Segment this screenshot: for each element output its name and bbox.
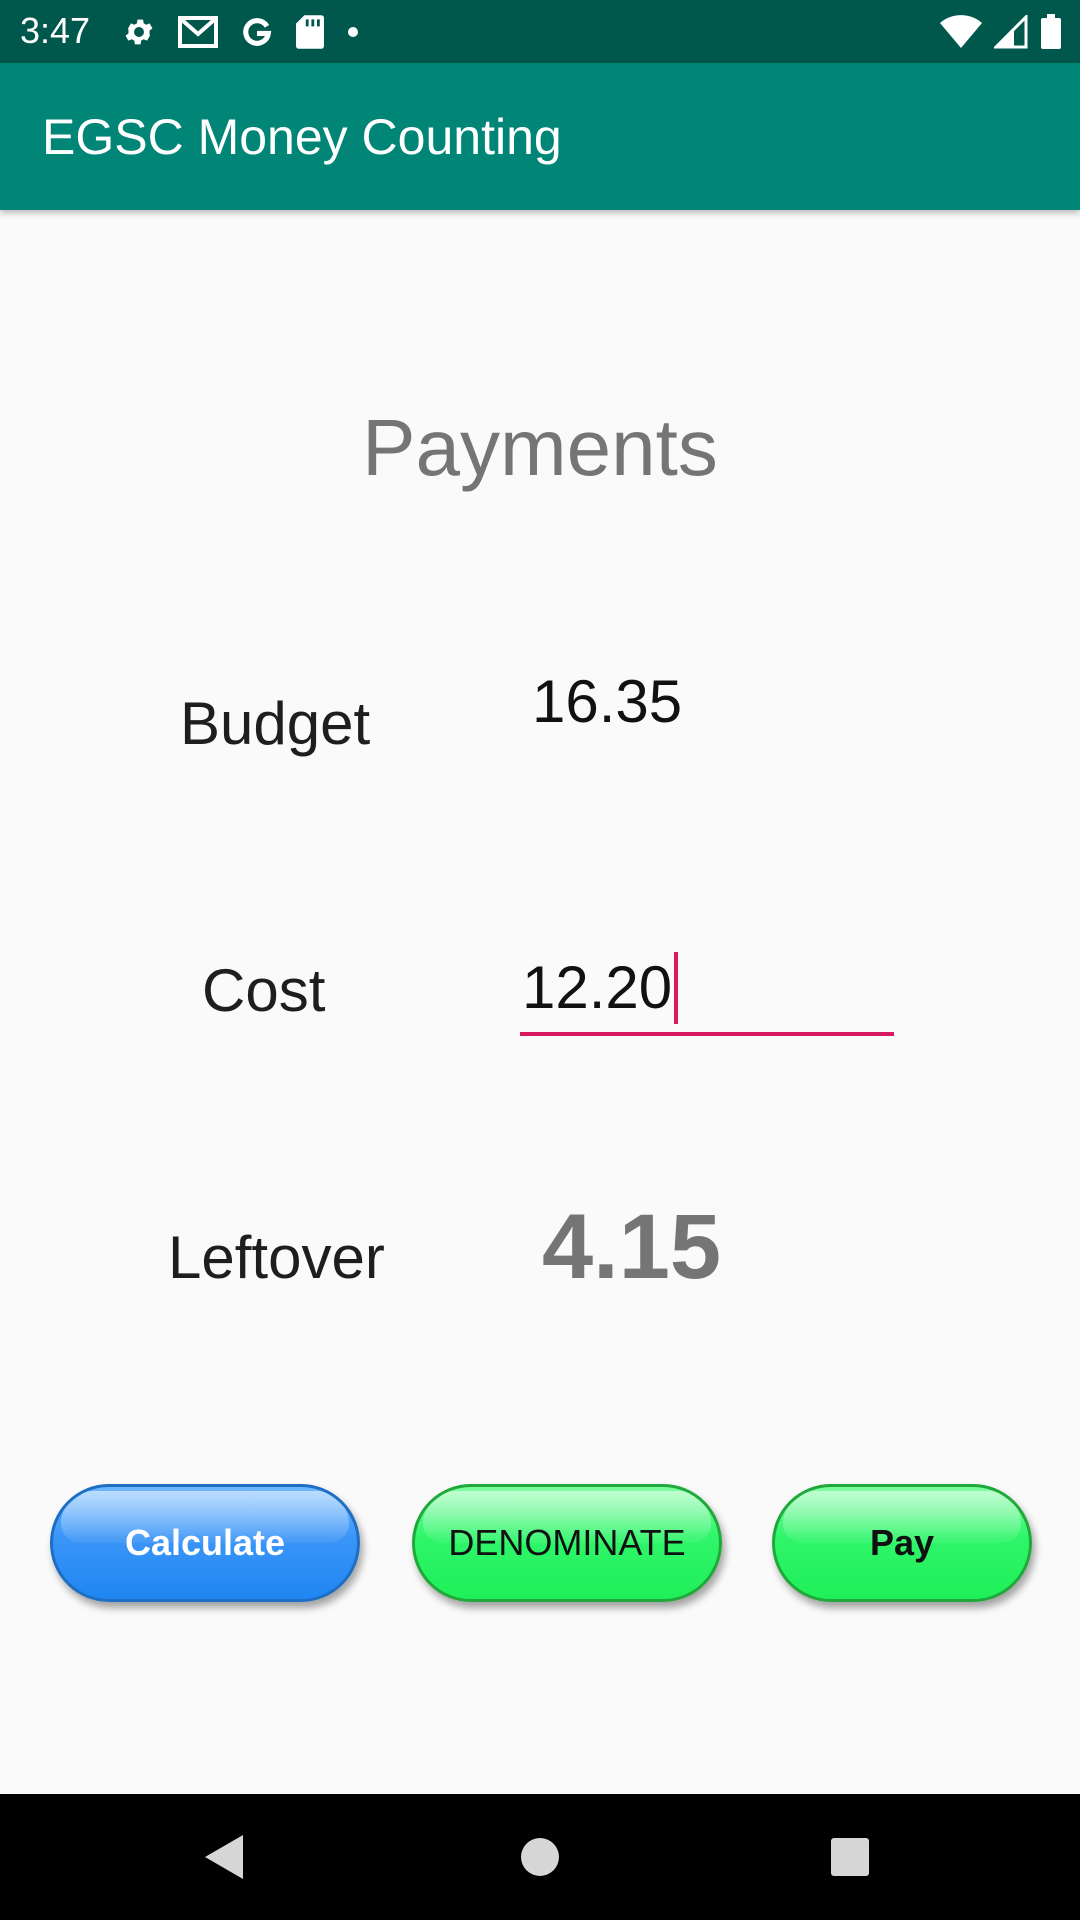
google-icon [240,15,274,49]
leftover-value: 4.15 [542,1196,722,1298]
page-heading: Payments [362,403,718,492]
cost-input-text[interactable]: 12.20 [522,952,679,1024]
leftover-label: Leftover [168,1224,385,1291]
pay-button-label: Pay [869,1522,935,1563]
back-icon[interactable] [195,1827,255,1887]
budget-value: 16.35 [532,668,683,735]
notification-icons [122,12,360,52]
settings-icon [122,15,156,49]
dot-icon [346,25,360,39]
cost-input-value: 12.20 [522,954,673,1021]
cost-label: Cost [202,957,326,1024]
home-icon[interactable] [510,1827,570,1887]
denominate-button[interactable]: DENOMINATE [412,1484,722,1602]
gmail-icon [178,16,218,48]
denominate-button-label: DENOMINATE [448,1522,686,1563]
status-time: 3:47 [20,10,91,51]
cellular-signal-icon [994,15,1028,49]
app-bar: EGSC Money Counting [0,63,1080,210]
calculate-button-label: Calculate [124,1522,286,1563]
status-bar: 3:47 [0,0,1080,63]
navigation-bar [0,1794,1080,1920]
wifi-icon [940,15,982,49]
cost-input[interactable]: 12.20 [520,940,894,1036]
calculate-button[interactable]: Calculate [50,1484,360,1602]
app-title: EGSC Money Counting [42,109,562,165]
budget-label: Budget [180,690,371,757]
pay-button[interactable]: Pay [772,1484,1032,1602]
text-cursor [674,952,679,1024]
app-screen: 3:47 EGSC Money Counting Payments Budget… [0,0,1080,1920]
system-status-icons [940,12,1062,52]
recents-icon[interactable] [820,1827,880,1887]
sd-card-icon [296,15,324,49]
battery-icon [1040,14,1062,50]
